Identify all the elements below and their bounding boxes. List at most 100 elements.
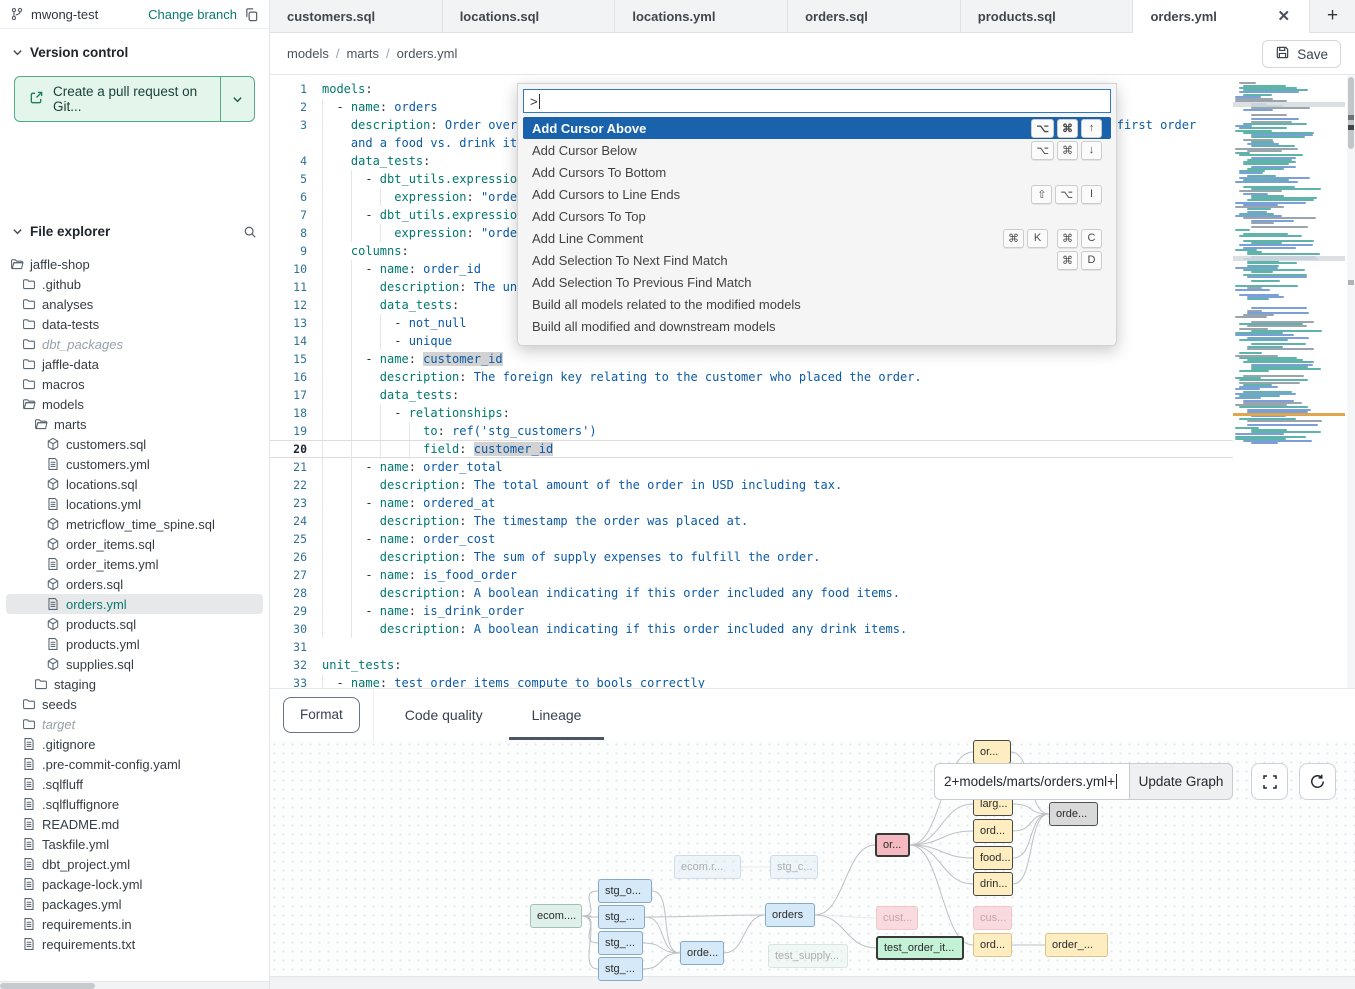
chevron-down-icon[interactable] — [12, 226, 23, 237]
file-tree-item-.sqlfluff[interactable]: .sqlfluff — [6, 774, 263, 794]
lineage-node-food[interactable]: food... — [973, 846, 1013, 870]
lineage-node-orders[interactable]: orders — [765, 903, 815, 927]
code-line-32[interactable]: 32unit_tests: — [270, 656, 1233, 674]
lineage-node-drin[interactable]: drin... — [973, 872, 1013, 896]
fullscreen-button[interactable] — [1251, 763, 1288, 800]
code-line-29[interactable]: 29 - name: is_drink_order — [270, 602, 1233, 620]
file-tree-item-metricflow-time-spine.sql[interactable]: metricflow_time_spine.sql — [6, 514, 263, 534]
file-tree-item-jaffle-data[interactable]: jaffle-data — [6, 354, 263, 374]
code-line-26[interactable]: 26 description: The sum of supply expens… — [270, 548, 1233, 566]
code-line-20[interactable]: 20 field: customer_id — [270, 440, 1233, 458]
code-line-31[interactable]: 31 — [270, 638, 1233, 656]
lineage-node-order_[interactable]: order_... — [1045, 933, 1108, 957]
code-line-19[interactable]: 19 to: ref('stg_customers') — [270, 422, 1233, 440]
lineage-node-cus[interactable]: cus... — [973, 906, 1012, 930]
file-tree-item-locations.sql[interactable]: locations.sql — [6, 474, 263, 494]
tab-products.sql[interactable]: products.sql — [961, 0, 1134, 32]
lineage-node-stg_[interactable]: stg_... — [598, 905, 645, 929]
lineage-node-or[interactable]: or... — [875, 833, 910, 857]
file-tree-item-supplies.sql[interactable]: supplies.sql — [6, 654, 263, 674]
lineage-node-cust[interactable]: cust... — [876, 906, 918, 930]
code-line-30[interactable]: 30 description: A boolean indicating if … — [270, 620, 1233, 638]
palette-item-add-cursor-above[interactable]: Add Cursor Above⌥⌘↑ — [523, 117, 1111, 139]
file-tree-item-analyses[interactable]: analyses — [6, 294, 263, 314]
lineage-node-ecomr[interactable]: ecom.r... — [674, 855, 741, 879]
file-tree-item-requirements.txt[interactable]: requirements.txt — [6, 934, 263, 954]
file-tree-item-order-items.sql[interactable]: order_items.sql — [6, 534, 263, 554]
format-button[interactable]: Format — [283, 697, 360, 733]
file-tree-item-taskfile.yml[interactable]: Taskfile.yml — [6, 834, 263, 854]
file-tree-item-customers.sql[interactable]: customers.sql — [6, 434, 263, 454]
file-tree-item-seeds[interactable]: seeds — [6, 694, 263, 714]
code-line-28[interactable]: 28 description: A boolean indicating if … — [270, 584, 1233, 602]
code-line-17[interactable]: 17 data_tests: — [270, 386, 1233, 404]
copy-icon[interactable] — [244, 7, 259, 22]
close-icon[interactable]: ✕ — [1276, 7, 1293, 26]
lineage-node-orde[interactable]: orde... — [680, 941, 724, 965]
code-line-21[interactable]: 21 - name: order_total — [270, 458, 1233, 476]
lineage-node-stg_c[interactable]: stg_c... — [770, 855, 818, 879]
file-tree-item-jaffle-shop[interactable]: jaffle-shop — [6, 254, 263, 274]
file-tree-item-orders.yml[interactable]: orders.yml — [6, 594, 263, 614]
create-pr-button[interactable]: Create a pull request on Git... — [14, 76, 255, 122]
code-line-22[interactable]: 22 description: The total amount of the … — [270, 476, 1233, 494]
file-tree-item-orders.sql[interactable]: orders.sql — [6, 574, 263, 594]
search-icon[interactable] — [243, 225, 257, 239]
file-tree-item-.sqlfluffignore[interactable]: .sqlfluffignore — [6, 794, 263, 814]
file-tree-item-dbt-packages[interactable]: dbt_packages — [6, 334, 263, 354]
file-tree-item-dbt-project.yml[interactable]: dbt_project.yml — [6, 854, 263, 874]
tab-orders.yml-active[interactable]: orders.yml✕ — [1133, 0, 1310, 33]
file-tree-item-models[interactable]: models — [6, 394, 263, 414]
file-tree-item-packages.yml[interactable]: packages.yml — [6, 894, 263, 914]
update-graph-button[interactable]: Update Graph — [1130, 763, 1233, 800]
file-tree-item-.pre-commit-config.yaml[interactable]: .pre-commit-config.yaml — [6, 754, 263, 774]
file-tree-item-locations.yml[interactable]: locations.yml — [6, 494, 263, 514]
file-tree-item-products.sql[interactable]: products.sql — [6, 614, 263, 634]
file-tree-item-requirements.in[interactable]: requirements.in — [6, 914, 263, 934]
palette-item-add-line-comment[interactable]: Add Line Comment⌘K⌘C — [523, 227, 1111, 249]
tab-customers.sql[interactable]: customers.sql — [270, 0, 443, 32]
file-tree-item-data-tests[interactable]: data-tests — [6, 314, 263, 334]
file-tree-item-package-lock.yml[interactable]: package-lock.yml — [6, 874, 263, 894]
command-palette-input[interactable]: > — [523, 89, 1111, 113]
code-line-15[interactable]: 15 - name: customer_id — [270, 350, 1233, 368]
file-tree-item-.gitignore[interactable]: .gitignore — [6, 734, 263, 754]
file-tree-item-.github[interactable]: .github — [6, 274, 263, 294]
lineage-node-stg_[interactable]: stg_... — [598, 931, 643, 955]
palette-item-add-cursors-to-line-ends[interactable]: Add Cursors to Line Ends⇧⌥I — [523, 183, 1111, 205]
refresh-button[interactable] — [1299, 763, 1336, 800]
file-tree-item-readme.md[interactable]: README.md — [6, 814, 263, 834]
code-line-27[interactable]: 27 - name: is_food_order — [270, 566, 1233, 584]
tab-locations.sql[interactable]: locations.sql — [443, 0, 616, 32]
minimap[interactable] — [1233, 80, 1345, 448]
code-line-18[interactable]: 18 - relationships: — [270, 404, 1233, 422]
breadcrumb-orders.yml[interactable]: orders.yml — [397, 46, 458, 61]
lineage-node-test_order_it[interactable]: test_order_it... — [876, 936, 964, 960]
save-button[interactable]: Save — [1262, 40, 1341, 68]
file-tree-item-staging[interactable]: staging — [6, 674, 263, 694]
bottom-tab-lineage[interactable]: Lineage — [532, 689, 582, 740]
palette-item-add-selection-to-next-find-match[interactable]: Add Selection To Next Find Match⌘D — [523, 249, 1111, 271]
code-line-33[interactable]: 33 - name: test_order_items_compute_to_b… — [270, 674, 1233, 688]
palette-item-add-cursors-to-bottom[interactable]: Add Cursors To Bottom — [523, 161, 1111, 183]
lineage-node-or[interactable]: or... — [973, 740, 1011, 764]
lineage-node-stg_[interactable]: stg_... — [598, 957, 643, 981]
lineage-horizontal-scrollbar[interactable] — [270, 976, 1355, 989]
change-branch-link[interactable]: Change branch — [148, 7, 237, 22]
file-tree-item-macros[interactable]: macros — [6, 374, 263, 394]
chevron-down-icon[interactable] — [12, 47, 23, 58]
lineage-canvas[interactable]: ecom....ecom.r...stg_c...stg_o...stg_...… — [270, 740, 1355, 989]
editor-scrollbar[interactable] — [1347, 75, 1355, 688]
lineage-node-ecom[interactable]: ecom.... — [530, 904, 582, 928]
file-tree-item-products.yml[interactable]: products.yml — [6, 634, 263, 654]
lineage-node-ord[interactable]: ord... — [973, 819, 1013, 843]
code-line-25[interactable]: 25 - name: order_cost — [270, 530, 1233, 548]
code-line-24[interactable]: 24 description: The timestamp the order … — [270, 512, 1233, 530]
lineage-node-stg_o[interactable]: stg_o... — [598, 879, 652, 903]
bottom-tab-code-quality[interactable]: Code quality — [405, 689, 483, 740]
tab-orders.sql[interactable]: orders.sql — [788, 0, 961, 32]
lineage-node-test_supply[interactable]: test_supply... — [768, 944, 848, 968]
tab-locations.yml[interactable]: locations.yml — [615, 0, 788, 32]
new-tab-button[interactable]: + — [1310, 0, 1355, 32]
palette-item-build-all-models-related-to-the-modified-models[interactable]: Build all models related to the modified… — [523, 293, 1111, 315]
